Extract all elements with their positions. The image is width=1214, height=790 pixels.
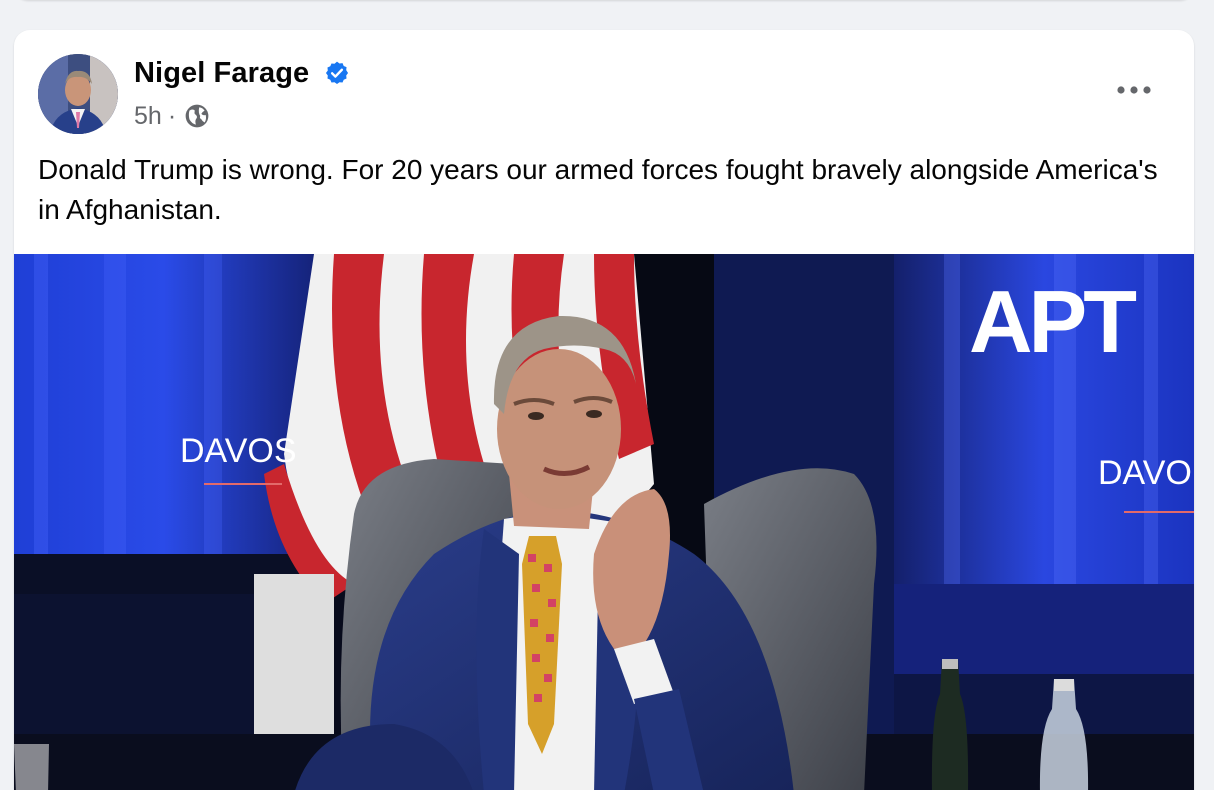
- timestamp[interactable]: 5h: [134, 102, 162, 131]
- post-card: Nigel Farage 5h · Donald Trump is wrong.…: [14, 30, 1194, 790]
- backdrop-right-text: DAVO: [1098, 454, 1192, 492]
- backdrop-left-text: DAVOS: [180, 432, 297, 470]
- post-video[interactable]: DAVOS DAVO APT: [14, 254, 1194, 790]
- verified-badge-icon: [325, 61, 349, 85]
- post-text: Donald Trump is wrong. For 20 years our …: [38, 154, 1158, 225]
- apt-logo: APT: [969, 272, 1136, 371]
- more-options-button[interactable]: [1110, 68, 1158, 112]
- avatar[interactable]: [38, 54, 118, 134]
- more-options-icon: [1117, 86, 1151, 94]
- author-name[interactable]: Nigel Farage: [134, 57, 309, 90]
- globe-icon[interactable]: [184, 103, 210, 129]
- post-meta: 5h ·: [134, 100, 210, 132]
- meta-separator: ·: [167, 101, 177, 130]
